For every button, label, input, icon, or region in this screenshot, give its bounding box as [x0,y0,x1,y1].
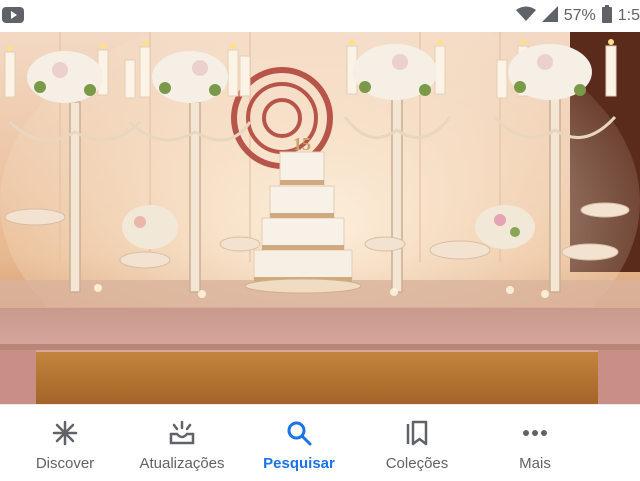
youtube-notification-icon [2,7,24,28]
nav-discover[interactable]: Discover [5,405,125,481]
status-bar: 57% 1:5 [0,0,640,32]
nav-more[interactable]: Mais [475,405,595,481]
clock: 1:5 [617,7,640,24]
nav-search-label: Pesquisar [263,455,335,472]
nav-collections[interactable]: Coleções [357,405,477,481]
nav-discover-label: Discover [35,455,95,472]
nav-updates[interactable]: Atualizações [122,405,242,481]
more-dots-icon [521,419,549,447]
battery-icon [601,4,612,28]
search-icon [285,419,313,447]
status-indicators: 57% 1:5 [515,4,640,28]
nav-collections-label: Coleções [385,455,449,472]
nav-updates-label: Atualizações [139,455,225,472]
wifi-icon [515,6,536,27]
collections-bookmark-icon [403,419,431,447]
battery-percent: 57% [563,7,596,24]
asterisk-icon [51,419,79,447]
bottom-navigation: Discover Atualizações Pesquisar Coleções [0,404,640,481]
signal-icon [541,5,558,27]
nav-more-label: Mais [519,455,551,472]
wedding-cake-photo[interactable]: 15 [0,32,640,404]
updates-tray-icon [168,419,196,447]
nav-search[interactable]: Pesquisar [239,405,359,481]
cake-topper: 15 [293,134,311,154]
